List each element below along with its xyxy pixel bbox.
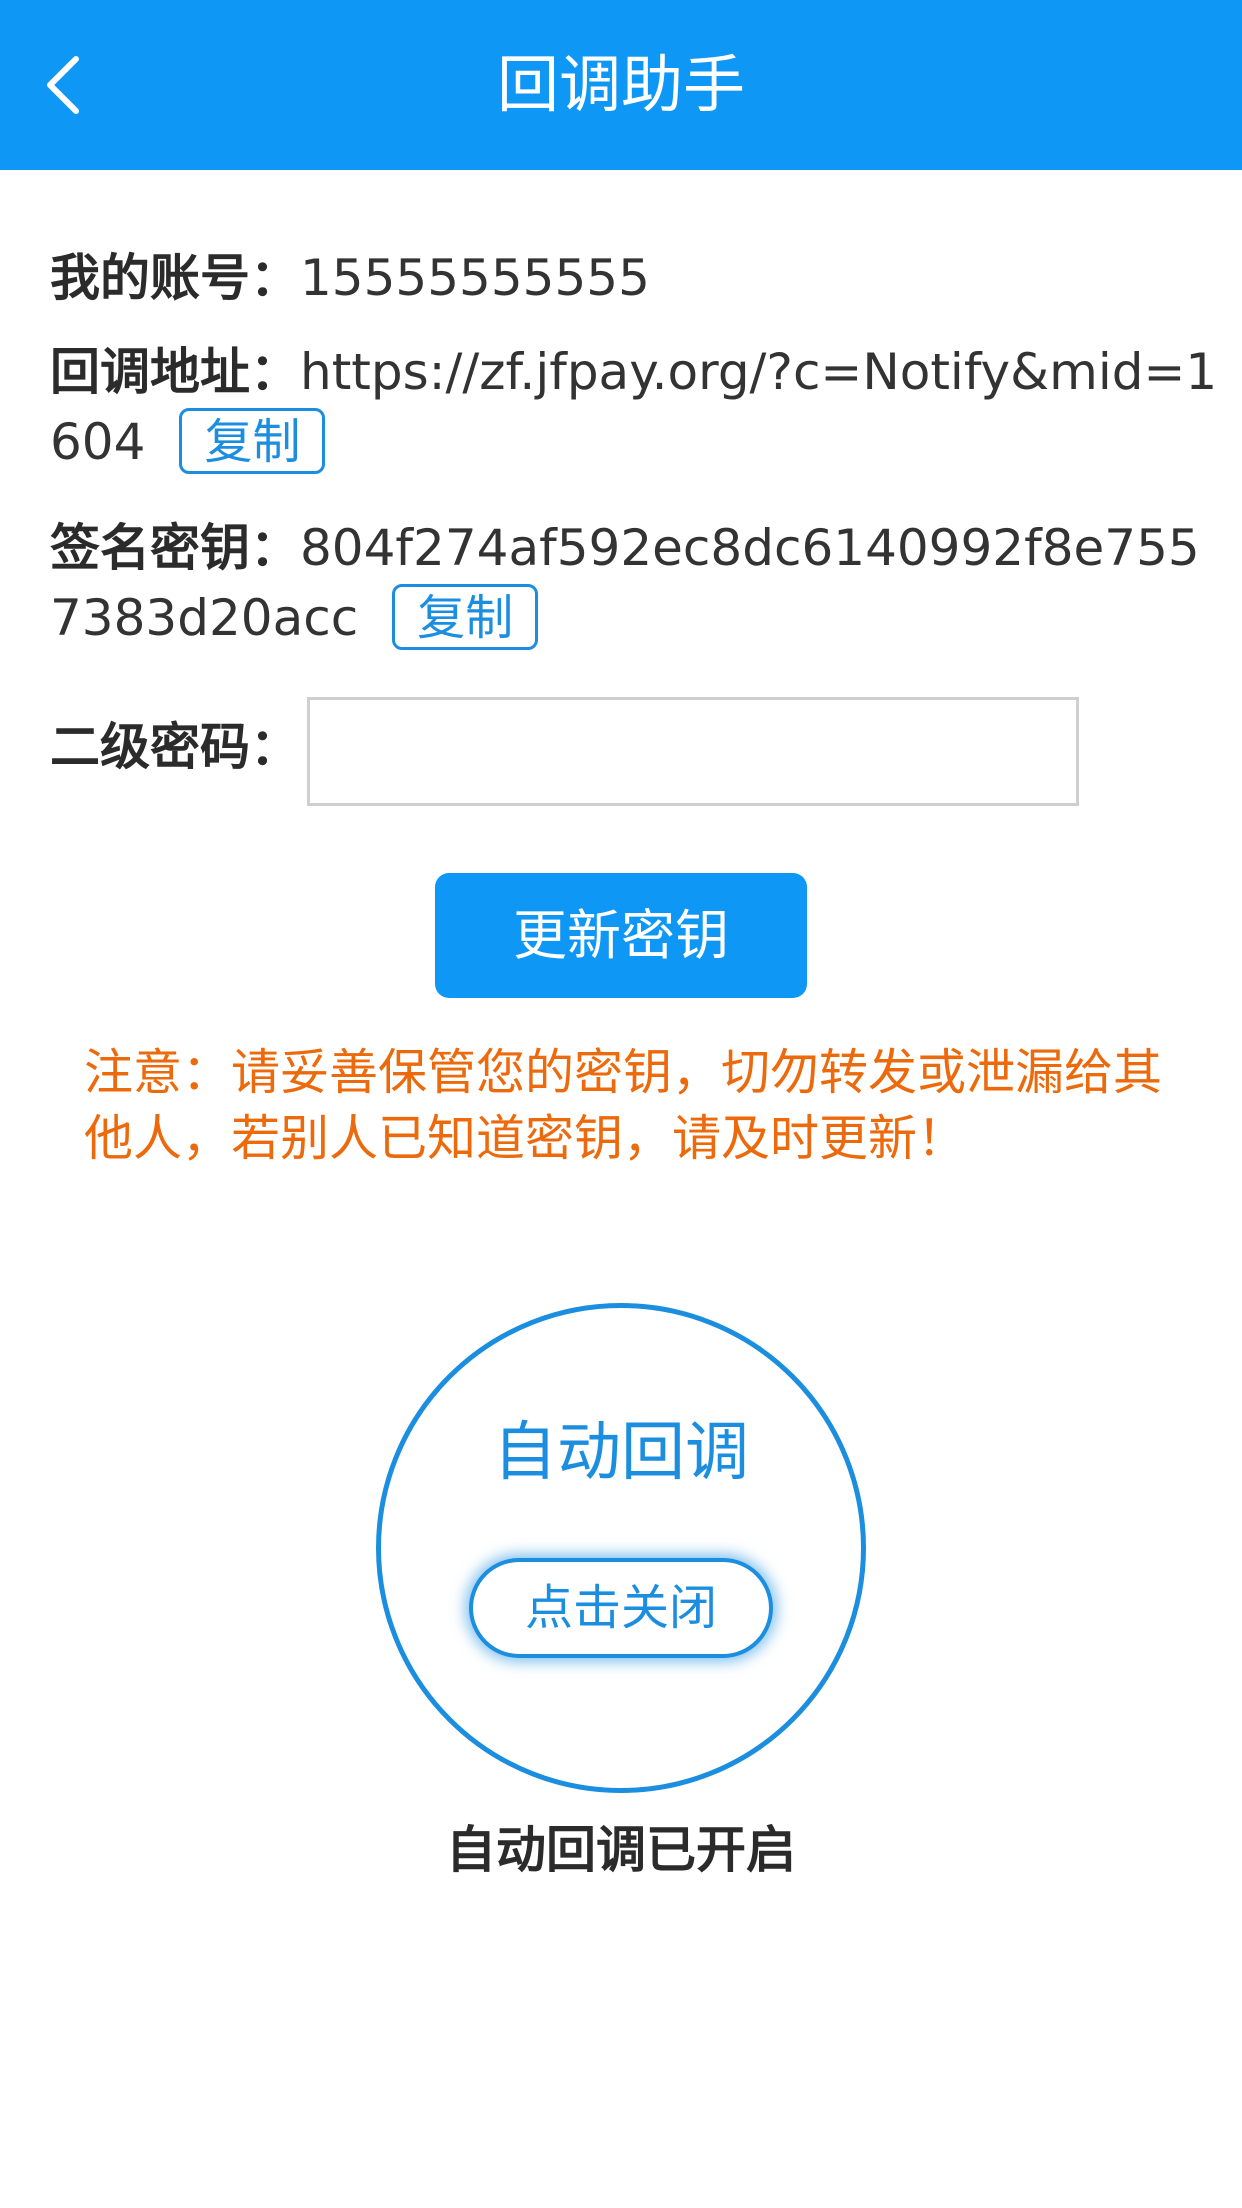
sign-key-label: 签名密钥： [50,519,300,577]
account-row: 我的账号：15555555555 [50,243,1220,313]
back-button[interactable] [30,45,100,125]
auto-callback-close-button[interactable]: 点击关闭 [469,1558,773,1658]
notice-text: 注意：请妥善保管您的密钥，切勿转发或泄漏给其他人，若别人已知道密钥，请及时更新！ [84,1044,1163,1167]
account-value: 15555555555 [300,249,650,307]
page: 回调助手 我的账号：15555555555 回调地址：https://zf.jf… [0,0,1242,2208]
page-title: 回调助手 [496,48,745,121]
callback-url-row: 回调地址：https://zf.jfpay.org/?c=Notify&mid=… [50,337,1220,477]
chevron-left-icon [47,56,79,114]
account-label: 我的账号： [50,249,300,307]
auto-callback-circle: 自动回调 点击关闭 [376,1303,866,1793]
update-key-button[interactable]: 更新密钥 [435,873,807,998]
secondary-password-label: 二级密码： [50,718,300,776]
copy-sign-key-button[interactable]: 复制 [392,583,539,650]
callback-url-label: 回调地址： [50,343,300,401]
sign-key-row: 签名密钥：804f274af592ec8dc6140992f8e7557383d… [50,513,1220,653]
auto-callback-status: 自动回调已开启 [446,1821,796,1879]
header-bar: 回调助手 [0,0,1242,170]
auto-callback-title: 自动回调 [493,1416,749,1490]
copy-callback-url-button[interactable]: 复制 [179,407,326,474]
secondary-password-input[interactable] [307,697,1079,806]
